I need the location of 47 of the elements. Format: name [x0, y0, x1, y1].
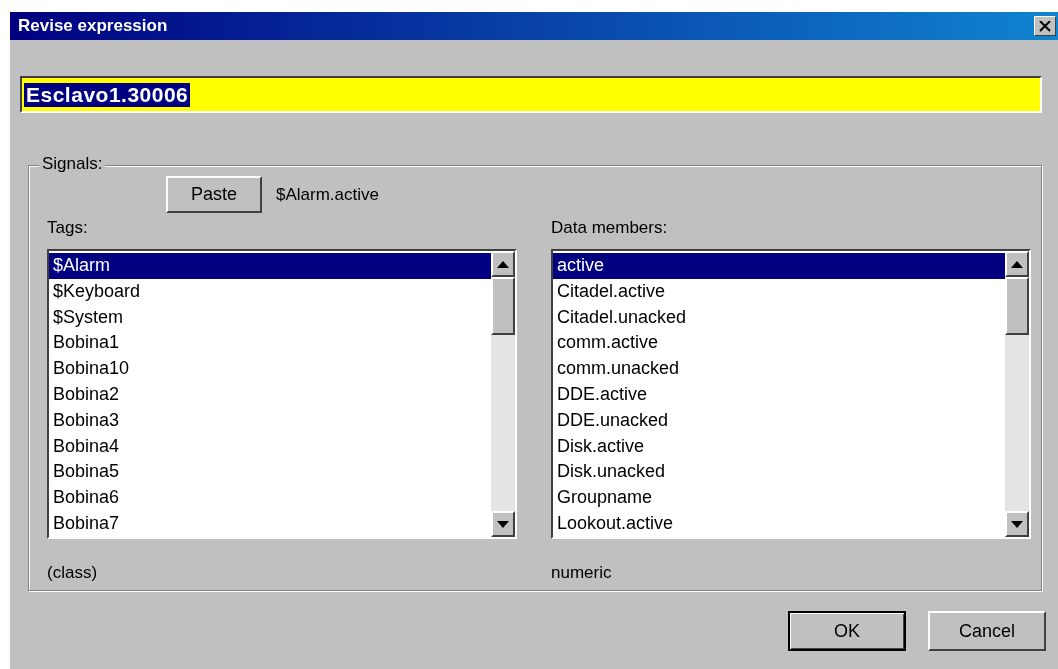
down-arrow-icon [1011, 520, 1023, 528]
scroll-thumb[interactable] [491, 277, 515, 335]
list-item[interactable]: $Keyboard [49, 278, 491, 305]
paste-button[interactable]: Paste [166, 176, 262, 213]
list-item[interactable]: Bobina10 [49, 356, 491, 382]
pasted-signal: $Alarm.active [276, 184, 379, 205]
list-item[interactable]: comm.unacked [553, 356, 1005, 382]
scroll-thumb[interactable] [1005, 277, 1029, 335]
list-item[interactable]: comm.active [553, 330, 1005, 357]
scroll-down-button[interactable] [491, 511, 515, 537]
list-item[interactable]: Bobina3 [49, 407, 491, 434]
close-button[interactable] [1034, 16, 1056, 36]
dialog-button[interactable]: Cancel [928, 611, 1046, 651]
list-item[interactable]: Bobina7 [49, 510, 491, 537]
close-icon [1039, 20, 1051, 32]
list-item[interactable]: Bobina5 [49, 459, 491, 486]
scroll-up-button[interactable] [1005, 251, 1029, 277]
list-item[interactable]: Bobina1 [49, 330, 491, 357]
scrollbar[interactable] [491, 251, 515, 537]
scroll-up-button[interactable] [491, 251, 515, 277]
dialog-button[interactable]: OK [788, 611, 906, 651]
type-label: (class) [47, 563, 99, 583]
list-item[interactable]: Citadel.unacked [553, 304, 1005, 331]
list-item[interactable]: DDE.active [553, 382, 1005, 408]
up-arrow-icon [497, 260, 509, 268]
group-label: Signals: [39, 154, 106, 174]
list-item[interactable]: Bobina2 [49, 382, 491, 408]
list-item[interactable]: $System [49, 304, 491, 331]
up-arrow-icon [1011, 260, 1023, 268]
list-item[interactable]: active [553, 253, 1005, 279]
list-label: Tags: [47, 217, 89, 239]
expression-field[interactable]: Esclavo1.30006 [20, 76, 1042, 113]
list-item[interactable]: Bobina4 [49, 433, 491, 460]
window-title: Revise expression [18, 16, 168, 36]
down-arrow-icon [497, 520, 509, 528]
scrollbar[interactable] [1005, 251, 1029, 537]
list-label: Data members: [551, 217, 669, 239]
list-item[interactable]: Bobina6 [49, 485, 491, 511]
list-item[interactable]: $Alarm [49, 253, 491, 279]
scroll-down-button[interactable] [1005, 511, 1029, 537]
list-item[interactable]: Groupname [553, 485, 1005, 511]
list-item[interactable]: Disk.unacked [553, 459, 1005, 486]
list-item[interactable]: Lookout.active [553, 510, 1005, 537]
list-item[interactable]: Disk.active [553, 433, 1005, 460]
type-label: numeric [551, 563, 613, 583]
list-item[interactable]: Citadel.active [553, 278, 1005, 305]
list-item[interactable]: DDE.unacked [553, 407, 1005, 434]
